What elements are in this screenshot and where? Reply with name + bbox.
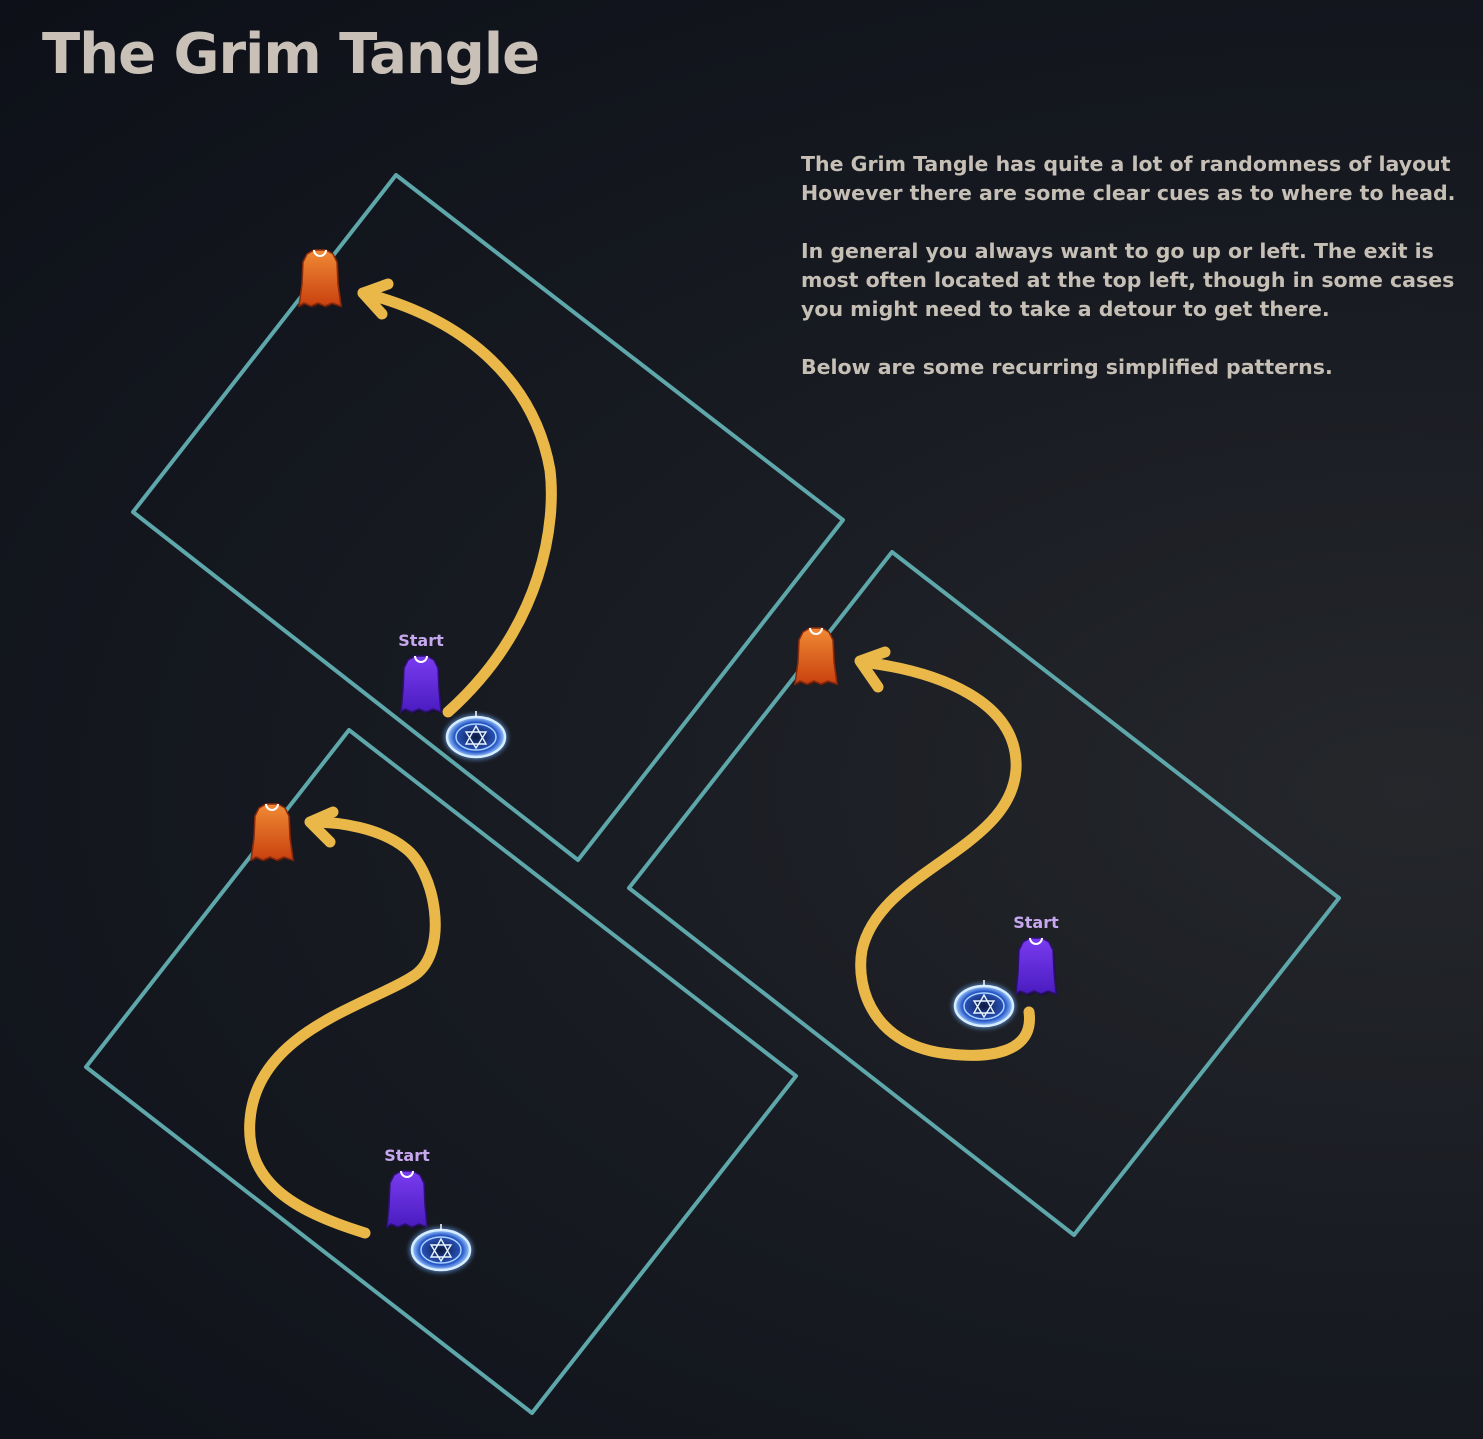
- pattern-diagrams: Start Start Start: [84, 173, 1341, 1415]
- exit-door-icon: [250, 803, 296, 863]
- route-path-1: [357, 287, 557, 718]
- portal-icon: [409, 1224, 473, 1273]
- exit-door-icon: [298, 249, 344, 309]
- start-door-icon: [1015, 937, 1059, 997]
- pattern-1: Start: [131, 173, 845, 862]
- exit-door-icon: [794, 627, 840, 687]
- start-label: Start: [398, 631, 444, 650]
- pattern-2: Start: [627, 550, 1341, 1237]
- pattern-3: Start: [84, 728, 798, 1415]
- room-outline-3: [84, 728, 798, 1415]
- start-door-icon: [386, 1170, 430, 1230]
- start-label: Start: [1013, 913, 1059, 932]
- start-label: Start: [384, 1146, 430, 1165]
- portal-icon: [444, 711, 508, 760]
- start-door-icon: [400, 655, 444, 715]
- room-outline-2: [627, 550, 1341, 1237]
- portal-icon: [952, 980, 1016, 1029]
